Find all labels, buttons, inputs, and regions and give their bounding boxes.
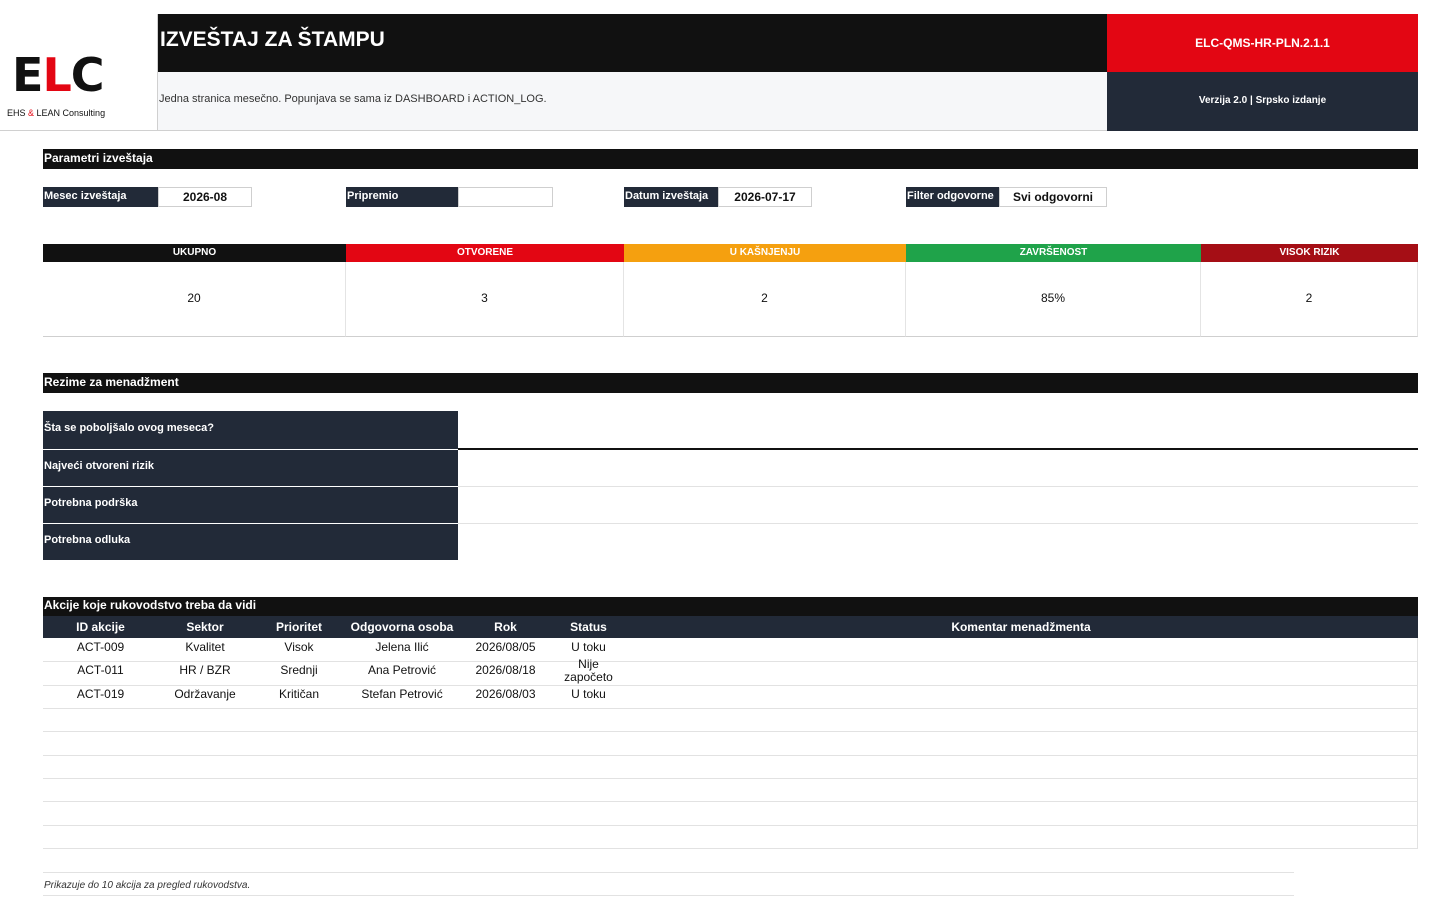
kpi-total-value: 20 (43, 262, 346, 337)
cell-due: 2026/08/03 (475, 687, 536, 701)
report-subtitle: Jedna stranica mesečno. Popunjava se sam… (158, 72, 1107, 131)
owner-filter-label: Filter odgovorne (906, 187, 999, 207)
cell-action-id: ACT-019 (76, 687, 125, 701)
table-right-border (1417, 638, 1418, 849)
document-code: ELC-QMS-HR-PLN.2.1.1 (1107, 14, 1418, 72)
note-top-line (43, 872, 1294, 873)
summary-improved-label: Šta se poboljšalo ovog meseca? (43, 411, 458, 449)
table-row-line (43, 825, 1418, 826)
cell-owner: Ana Petrović (367, 663, 437, 677)
cell-owner: Stefan Petrović (361, 687, 443, 701)
prepared-by-field[interactable] (458, 187, 553, 207)
report-date-field[interactable]: 2026-07-17 (718, 187, 812, 207)
table-row-line (43, 755, 1418, 756)
summary-risk-field[interactable] (458, 450, 1418, 486)
cell-due: 2026/08/05 (475, 640, 536, 654)
cell-due: 2026/08/18 (475, 663, 536, 677)
version-label: Verzija 2.0 | Srpsko izdanje (1107, 72, 1418, 131)
logo-wordmark: ELC (12, 48, 105, 102)
summary-risk-label: Najveći otvoreni rizik (43, 450, 458, 486)
summary-decision-label: Potrebna odluka (43, 524, 458, 560)
summary-support-label: Potrebna podrška (43, 487, 458, 523)
table-row-line (43, 708, 1418, 709)
logo-tagline: EHS & LEAN Consulting (7, 108, 106, 118)
kpi-overdue-label: U KAŠNJENJU (624, 244, 906, 262)
col-header-status: Status (570, 620, 607, 634)
col-header-id: ID akcije (76, 620, 125, 634)
cell-action-id: ACT-009 (76, 640, 125, 654)
company-logo: ELC EHS & LEAN Consulting (0, 14, 158, 131)
kpi-open-label: OTVORENE (346, 244, 624, 262)
cell-sector: Održavanje (174, 687, 236, 701)
kpi-high-risk-label: VISOK RIZIK (1201, 244, 1418, 262)
kpi-overdue-value: 2 (624, 262, 906, 337)
cell-action-id: ACT-011 (77, 663, 124, 677)
cell-status: Nije započeto (564, 658, 613, 684)
summary-support-field[interactable] (458, 487, 1418, 523)
table-row-line (43, 801, 1418, 802)
kpi-completion-label: ZAVRŠENOST (906, 244, 1201, 262)
col-header-comment: Komentar menadžmenta (951, 620, 1091, 634)
table-row-line (43, 778, 1418, 779)
section-actions-title: Akcije koje rukovodstvo treba da vidi (43, 597, 1418, 616)
cell-sector: HR / BZR (179, 663, 231, 677)
table-row-line (43, 661, 1418, 662)
cell-priority: Visok (284, 640, 314, 654)
cell-sector: Kvalitet (185, 640, 225, 654)
summary-decision-field[interactable] (458, 524, 1418, 560)
owner-filter-field[interactable]: Svi odgovorni (999, 187, 1107, 207)
table-row-line (43, 848, 1418, 849)
footer-note: Prikazuje do 10 akcija za pregled rukovo… (44, 880, 251, 891)
section-parameters-title: Parametri izveštaja (43, 149, 1418, 169)
summary-improved-field[interactable] (458, 411, 1418, 449)
prepared-by-label: Pripremio (346, 187, 458, 207)
table-row-line (43, 731, 1418, 732)
section-summary-title: Rezime za menadžment (43, 373, 1418, 393)
month-label: Mesec izveštaja (43, 187, 158, 207)
report-date-label: Datum izveštaja (624, 187, 718, 207)
kpi-completion-value: 85% (906, 262, 1201, 337)
kpi-total-label: UKUPNO (43, 244, 346, 262)
report-title: IZVEŠTAJ ZA ŠTAMPU (158, 14, 1107, 72)
month-field[interactable]: 2026-08 (158, 187, 252, 207)
cell-status: U toku (571, 640, 606, 654)
cell-owner: Jelena Ilić (375, 640, 429, 654)
cell-status: U toku (571, 687, 606, 701)
table-row-line (43, 685, 1418, 686)
note-bottom-line (43, 895, 1294, 896)
col-header-owner: Odgovorna osoba (350, 620, 454, 634)
col-header-priority: Prioritet (275, 620, 322, 634)
kpi-high-risk-value: 2 (1201, 262, 1418, 337)
cell-priority: Srednji (280, 663, 318, 677)
col-header-sector: Sektor (186, 620, 224, 634)
cell-priority: Kritičan (278, 687, 319, 701)
kpi-open-value: 3 (346, 262, 624, 337)
col-header-due: Rok (494, 620, 517, 634)
